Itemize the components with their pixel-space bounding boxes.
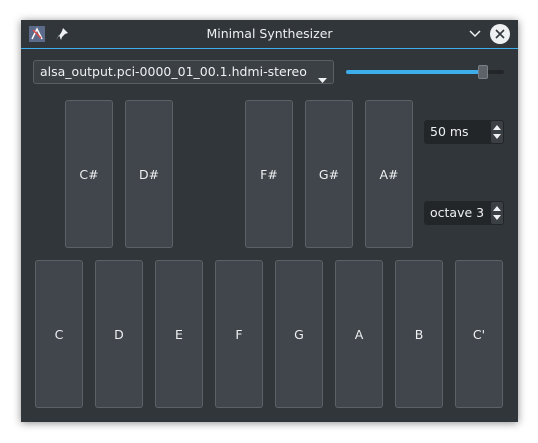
slider-handle[interactable]	[478, 65, 489, 79]
octave-value: octave 3	[430, 205, 485, 220]
chevron-down-icon[interactable]	[493, 215, 501, 220]
key-label: G	[294, 326, 304, 342]
key-label: D#	[138, 166, 160, 182]
key-c-high[interactable]: C'	[455, 260, 503, 408]
minimize-button[interactable]	[467, 26, 483, 42]
chevron-up-icon[interactable]	[493, 206, 501, 211]
close-button[interactable]	[490, 24, 510, 44]
key-b[interactable]: B	[395, 260, 443, 408]
key-label: F#	[260, 166, 278, 182]
duration-spinbox[interactable]: 50 ms	[424, 120, 504, 144]
key-f-sharp[interactable]: F#	[245, 100, 293, 248]
key-f[interactable]: F	[215, 260, 263, 408]
key-a[interactable]: A	[335, 260, 383, 408]
key-label: A	[354, 326, 364, 342]
synth-window: Minimal Synthesizer alsa_output.pci-0000…	[21, 20, 518, 422]
output-device-value: alsa_output.pci-0000_01_00.1.hdmi-stereo	[40, 64, 307, 79]
key-a-sharp[interactable]: A#	[365, 100, 413, 248]
key-c[interactable]: C	[35, 260, 83, 408]
key-g[interactable]: G	[275, 260, 323, 408]
chevron-down-icon	[318, 69, 327, 91]
octave-spinbox[interactable]: octave 3	[424, 201, 504, 225]
duration-stepper[interactable]	[491, 121, 503, 143]
key-d-sharp[interactable]: D#	[125, 100, 173, 248]
output-device-select[interactable]: alsa_output.pci-0000_01_00.1.hdmi-stereo	[33, 60, 334, 84]
octave-stepper[interactable]	[491, 202, 503, 224]
volume-slider[interactable]	[346, 64, 504, 80]
key-d[interactable]: D	[95, 260, 143, 408]
title-bar: Minimal Synthesizer	[21, 20, 518, 49]
key-label: C'	[472, 326, 486, 342]
key-label: C#	[79, 166, 99, 182]
key-g-sharp[interactable]: G#	[305, 100, 353, 248]
key-label: B	[414, 326, 424, 342]
duration-value: 50 ms	[430, 124, 469, 139]
key-label: D	[114, 326, 124, 342]
key-label: F	[235, 326, 243, 342]
key-label: G#	[318, 166, 340, 182]
window-title: Minimal Synthesizer	[206, 26, 333, 41]
chevron-up-icon[interactable]	[493, 125, 501, 130]
slider-fill	[346, 70, 484, 74]
key-label: C	[54, 326, 64, 342]
key-label: A#	[379, 166, 399, 182]
chevron-down-icon[interactable]	[493, 134, 501, 139]
key-e[interactable]: E	[155, 260, 203, 408]
key-label: E	[175, 326, 183, 342]
key-c-sharp[interactable]: C#	[65, 100, 113, 248]
